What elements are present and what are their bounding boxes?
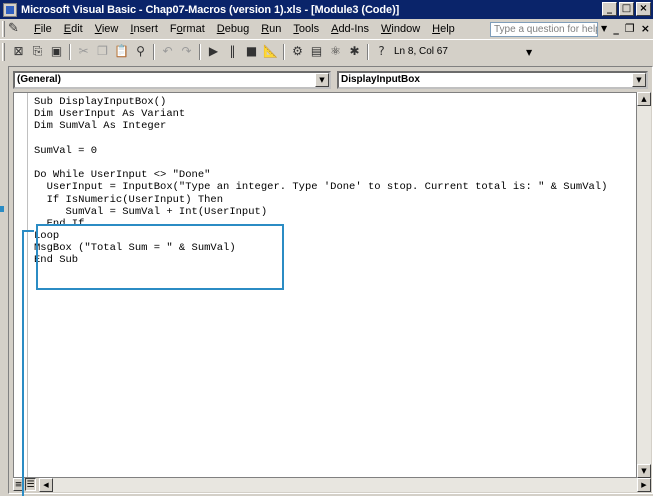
menu-help[interactable]: Help: [426, 23, 461, 35]
menu-insert[interactable]: Insert: [124, 23, 164, 35]
view-excel-icon[interactable]: ⊠: [10, 43, 27, 60]
save-icon[interactable]: ▣: [48, 43, 65, 60]
toolbar-separator: [283, 43, 285, 60]
toolbar-separator: [153, 43, 155, 60]
vba-app-icon[interactable]: [3, 2, 17, 17]
menu-window[interactable]: Window: [375, 23, 426, 35]
code-editor[interactable]: Sub DisplayInputBox() Dim UserInput As Va…: [13, 92, 637, 478]
code-line[interactable]: Do While UserInput <> "Done": [34, 169, 607, 181]
toolbar-options-icon[interactable]: ▼: [526, 48, 532, 57]
ask-question-input[interactable]: Type a question for help: [490, 22, 598, 37]
toolbar-grip[interactable]: [2, 42, 5, 61]
undo-icon[interactable]: ↶: [159, 43, 176, 60]
margin-indicator-bar[interactable]: [14, 93, 28, 477]
menu-bar: ✎ File Edit View Insert Format Debug Run Tools A…: [0, 19, 653, 39]
module-icon[interactable]: ✎: [8, 22, 22, 36]
window-controls: _ □ ×: [602, 2, 651, 16]
code-line[interactable]: If IsNumeric(UserInput) Then: [34, 194, 607, 206]
procedure-combo[interactable]: DisplayInputBox ▼: [337, 71, 648, 89]
toolbar-separator: [199, 43, 201, 60]
redo-icon[interactable]: ↷: [178, 43, 195, 60]
menu-addins[interactable]: Add-Ins: [325, 23, 375, 35]
code-line[interactable]: Sub DisplayInputBox(): [34, 96, 607, 108]
ask-question-dropdown-icon[interactable]: ▼: [601, 24, 607, 33]
scroll-left-icon[interactable]: ◀: [39, 478, 53, 492]
minimize-button[interactable]: _: [602, 2, 617, 16]
help-icon[interactable]: ?: [373, 43, 390, 60]
standard-toolbar: ⊠ ⎘ ▣ ✂ ❐ 📋 ⚲ ↶ ↷ ▶ ‖ ■ 📐 ⚙ ▤ ⚛ ✱ ? Ln 8…: [0, 39, 653, 63]
scroll-right-icon[interactable]: ▶: [637, 478, 651, 492]
code-window-bottom-bar: ≡ ☰ ◀ ▶: [13, 478, 651, 492]
chevron-down-icon[interactable]: ▼: [632, 73, 646, 87]
scroll-up-icon[interactable]: ▲: [637, 92, 651, 106]
procedure-combo-value: DisplayInputBox: [341, 74, 420, 85]
object-combo-value: (General): [17, 74, 61, 85]
cursor-position: Ln 8, Col 67: [394, 46, 448, 57]
insert-module-icon[interactable]: ⎘: [29, 43, 46, 60]
menu-file[interactable]: File: [28, 23, 58, 35]
code-line[interactable]: Dim SumVal As Integer: [34, 120, 607, 132]
menu-edit[interactable]: Edit: [58, 23, 89, 35]
chevron-down-icon[interactable]: ▼: [315, 73, 329, 87]
title-bar: Microsoft Visual Basic - Chap07-Macros (…: [0, 0, 653, 19]
menu-debug[interactable]: Debug: [211, 23, 255, 35]
design-mode-icon[interactable]: 📐: [262, 43, 279, 60]
menu-run[interactable]: Run: [255, 23, 287, 35]
reset-icon[interactable]: ■: [243, 43, 260, 60]
find-icon[interactable]: ⚲: [132, 43, 149, 60]
toolbar-separator: [367, 43, 369, 60]
child-restore-button[interactable]: ❐: [625, 22, 635, 35]
menu-tools[interactable]: Tools: [287, 23, 325, 35]
window-title: Microsoft Visual Basic - Chap07-Macros (…: [21, 3, 400, 16]
callout-line: [22, 230, 34, 232]
menu-items: File Edit View Insert Format Debug Run Tools Add…: [28, 23, 461, 35]
code-line[interactable]: SumVal = 0: [34, 145, 607, 157]
menu-view[interactable]: View: [89, 23, 125, 35]
code-window: (General) ▼ DisplayInputBox ▼ Sub Displa…: [8, 66, 653, 494]
vertical-scrollbar[interactable]: ▲ ▼: [637, 92, 651, 478]
child-window-controls: _ ❐ ×: [613, 22, 650, 35]
full-module-view-icon[interactable]: ☰: [25, 478, 36, 491]
code-line[interactable]: UserInput = InputBox("Type an integer. T…: [34, 181, 608, 193]
vbe-window: Microsoft Visual Basic - Chap07-Macros (…: [0, 0, 653, 496]
cut-icon[interactable]: ✂: [75, 43, 92, 60]
properties-icon[interactable]: ▤: [308, 43, 325, 60]
code-line[interactable]: SumVal = SumVal + Int(UserInput): [34, 206, 607, 218]
code-line[interactable]: Dim UserInput As Variant: [34, 108, 607, 120]
object-browser-icon[interactable]: ⚛: [327, 43, 344, 60]
toolbox-icon[interactable]: ✱: [346, 43, 363, 60]
child-minimize-button[interactable]: _: [613, 22, 619, 35]
run-icon[interactable]: ▶: [205, 43, 222, 60]
highlight-box: [36, 224, 284, 290]
close-button[interactable]: ×: [636, 2, 651, 16]
project-explorer-icon[interactable]: ⚙: [289, 43, 306, 60]
object-combo[interactable]: (General) ▼: [13, 71, 331, 89]
code-line[interactable]: [34, 157, 607, 169]
callout-line: [22, 230, 24, 496]
toolbar-separator: [69, 43, 71, 60]
code-line[interactable]: [34, 133, 607, 145]
copy-icon[interactable]: ❐: [94, 43, 111, 60]
scroll-down-icon[interactable]: ▼: [637, 464, 651, 478]
callout-pointer: [0, 206, 4, 212]
menubar-grip[interactable]: [2, 21, 5, 37]
horizontal-scrollbar[interactable]: ◀ ▶: [39, 478, 651, 492]
menu-format[interactable]: Format: [164, 23, 211, 35]
restore-button[interactable]: □: [619, 2, 634, 16]
paste-icon[interactable]: 📋: [113, 43, 130, 60]
child-close-button[interactable]: ×: [641, 22, 650, 35]
break-icon[interactable]: ‖: [224, 43, 241, 60]
